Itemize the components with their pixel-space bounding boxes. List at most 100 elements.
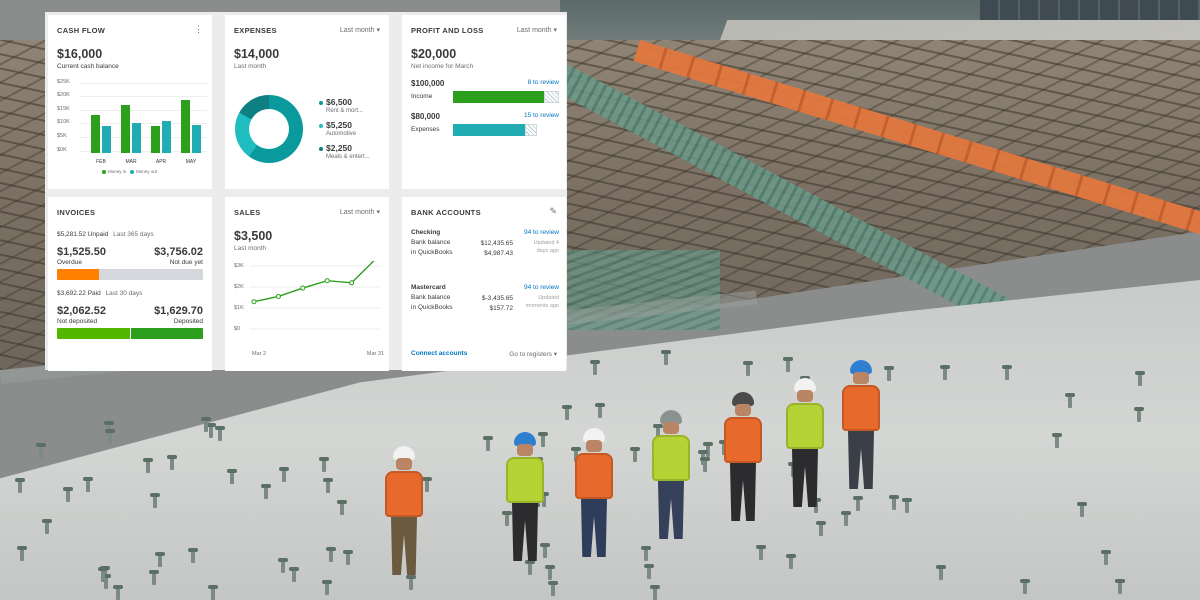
updated-status: Updated moments ago	[525, 295, 559, 309]
go-to-registers-dropdown[interactable]: Go to registers	[509, 350, 557, 358]
unpaid-period: Last 365 days	[113, 231, 154, 238]
updated-status: Updated 4 days ago	[533, 240, 559, 254]
rebar-stud	[201, 417, 212, 433]
grid-line	[79, 96, 207, 97]
y-tick: $0K	[57, 147, 67, 153]
grid-line	[79, 83, 207, 84]
rebar-stud	[321, 579, 332, 595]
money-out-bar[interactable]	[102, 126, 111, 153]
rebar-stud	[143, 458, 154, 474]
worker	[842, 360, 880, 489]
expense-amount: $6,500	[319, 97, 387, 107]
rebar-stud	[936, 565, 947, 581]
chart-legend: Money in Money out	[102, 169, 157, 174]
unpaid-labels: Overdue Not due yet	[57, 259, 203, 266]
sales-point[interactable]	[324, 278, 330, 284]
expenses-bar	[453, 124, 559, 136]
sales-point[interactable]	[275, 293, 281, 299]
rebar-stud	[63, 487, 74, 503]
edit-pencil-icon[interactable]: ✎	[549, 206, 557, 217]
x-tick: Mar 2	[252, 351, 267, 357]
rebar-stud	[288, 567, 299, 583]
paid-period: Last 30 days	[105, 290, 143, 297]
money-out-bar[interactable]	[192, 125, 201, 153]
money-in-bar[interactable]	[91, 114, 100, 153]
not-due-amount: $3,756.02	[154, 246, 203, 258]
x-tick: APR	[155, 159, 167, 165]
more-options-icon[interactable]: ⋮	[194, 24, 203, 35]
rebar-stud	[595, 403, 606, 419]
expense-category: Meals & entert...	[326, 154, 370, 160]
rebar-stud	[1076, 501, 1087, 517]
worker	[724, 392, 762, 521]
mastercard-account[interactable]: Mastercard 94 to review Bank balance in …	[411, 284, 559, 313]
rebar-stud	[883, 366, 894, 382]
rebar-stud	[562, 404, 573, 420]
sales-amount: $3,500	[234, 229, 273, 243]
money-out-bar[interactable]	[132, 122, 141, 153]
rebar-stud	[326, 547, 337, 563]
sales-point[interactable]	[349, 280, 355, 286]
connect-accounts-link[interactable]: Connect accounts	[411, 350, 467, 357]
rebar-stud	[1134, 406, 1145, 422]
expenses-legend: $6,500 Rent & mort... $5,250 Automotive …	[319, 97, 387, 166]
rebar-stud	[154, 551, 165, 567]
paid-bar[interactable]	[57, 328, 203, 339]
not-due-label: Not due yet	[169, 259, 203, 266]
money-out-bar[interactable]	[162, 120, 171, 153]
rebar-stud	[208, 584, 219, 600]
legend-item: $5,250 Automotive	[319, 120, 387, 137]
expense-category: Automotive	[326, 131, 357, 137]
sales-card[interactable]: SALES Last month $3,500 Last month $3K $…	[225, 197, 389, 371]
profit-loss-card[interactable]: PROFIT AND LOSS Last month $20,000 Net i…	[402, 15, 566, 189]
expense-amount: $2,250	[319, 143, 387, 153]
rebar-stud	[743, 361, 754, 377]
card-title: CASH FLOW	[57, 26, 106, 35]
expenses-review-link[interactable]: 15 to review	[524, 112, 559, 119]
expenses-card[interactable]: EXPENSES Last month $14,000 Last month $…	[225, 15, 389, 189]
account-review-link[interactable]: 94 to review	[524, 284, 559, 291]
legend-money-in: Money in	[108, 169, 127, 174]
rebar-stud	[16, 545, 27, 561]
rebar-stud	[323, 478, 334, 494]
rebar-stud	[700, 456, 711, 472]
paid-summary: $3,692.22 Paid Last 30 days	[57, 290, 203, 297]
not-deposited-amount: $2,062.52	[57, 305, 106, 317]
rebar-stud	[1052, 433, 1063, 449]
checking-account[interactable]: Checking 94 to review Bank balance in Qu…	[411, 229, 559, 258]
sales-point[interactable]	[300, 285, 306, 291]
money-in-bar[interactable]	[151, 126, 160, 153]
cash-flow-card[interactable]: CASH FLOW ⋮ $16,000 Current cash balance…	[48, 15, 212, 189]
rebar-stud	[661, 349, 672, 365]
invoices-card[interactable]: INVOICES $5,281.52 Unpaid Last 365 days …	[48, 197, 212, 371]
unpaid-amount: $5,281.52 Unpaid	[57, 231, 109, 238]
overdue-amount: $1,525.50	[57, 246, 106, 258]
rebar-stud	[1002, 364, 1013, 380]
account-review-link[interactable]: 94 to review	[524, 229, 559, 236]
worker	[385, 446, 423, 575]
deposited-label: Deposited	[173, 318, 203, 325]
money-in-bar[interactable]	[181, 100, 190, 153]
rebar-stud	[35, 443, 46, 459]
rebar-stud	[888, 495, 899, 511]
rebar-stud	[82, 477, 93, 493]
period-dropdown[interactable]: Last month	[340, 208, 380, 216]
period-dropdown[interactable]: Last month	[340, 26, 380, 34]
unpaid-bar[interactable]	[57, 269, 203, 280]
y-tick: $5K	[57, 133, 67, 139]
period-dropdown[interactable]: Last month	[517, 26, 557, 34]
money-in-bar[interactable]	[121, 104, 130, 153]
bank-card-footer: Connect accounts Go to registers	[411, 350, 557, 358]
y-tick: $25K	[57, 79, 70, 85]
rebar-stud	[816, 521, 827, 537]
rebar-stud	[214, 425, 225, 441]
bank-accounts-card[interactable]: BANK ACCOUNTS ✎ Checking 94 to review Ba…	[402, 197, 566, 371]
x-tick: MAY	[185, 159, 197, 165]
sales-point[interactable]	[251, 299, 257, 305]
accounting-dashboard: CASH FLOW ⋮ $16,000 Current cash balance…	[45, 12, 567, 371]
income-review-link[interactable]: 8 to review	[528, 79, 559, 86]
y-tick: $10K	[57, 119, 70, 125]
deposited-amount: $1,629.70	[154, 305, 203, 317]
balances: $-3,435.65 $157.72	[469, 294, 513, 314]
cash-balance-amount: $16,000	[57, 47, 103, 61]
